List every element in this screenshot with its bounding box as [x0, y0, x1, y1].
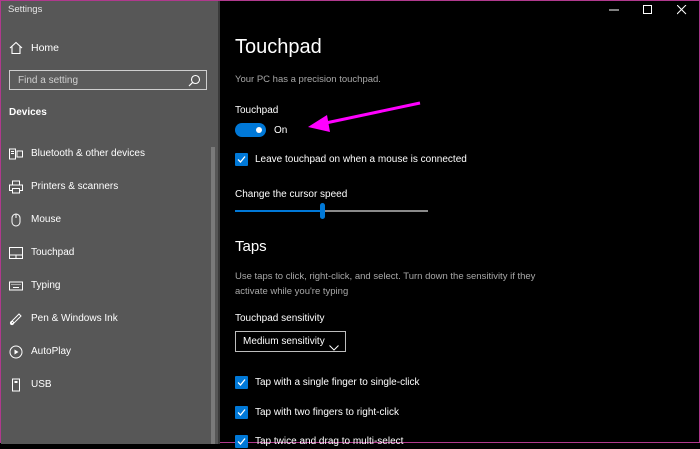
- main-content: Touchpad Your PC has a precision touchpa…: [220, 1, 699, 448]
- sidebar-item-label: Mouse: [31, 214, 62, 225]
- sensitivity-value: Medium sensitivity: [243, 336, 325, 347]
- home-label: Home: [31, 42, 60, 54]
- sidebar-item-touchpad[interactable]: Touchpad: [1, 238, 211, 268]
- sidebar-item-label: Bluetooth & other devices: [31, 148, 145, 159]
- chevron-down-icon: [329, 338, 339, 356]
- tap-two-checkbox[interactable]: [235, 406, 248, 419]
- toggle-knob: [256, 127, 262, 133]
- annotation-arrow-icon: [308, 101, 421, 132]
- sidebar-item-printers[interactable]: Printers & scanners: [1, 172, 211, 202]
- touchpad-icon: [9, 246, 23, 260]
- tap-drag-checkbox[interactable]: [235, 435, 248, 448]
- sidebar-item-label: Printers & scanners: [31, 181, 119, 192]
- leave-on-label: Leave touchpad on when a mouse is connec…: [255, 154, 467, 165]
- slider-thumb[interactable]: [319, 203, 325, 219]
- printer-icon: [9, 180, 23, 194]
- home-icon: [9, 41, 23, 55]
- mouse-icon: [9, 213, 23, 227]
- search-input[interactable]: Find a setting: [9, 70, 207, 90]
- maximize-button[interactable]: [631, 1, 665, 19]
- sidebar-item-label: Touchpad: [31, 247, 75, 258]
- sidebar-item-label: Pen & Windows Ink: [31, 313, 118, 324]
- touchpad-toggle-label: Touchpad: [235, 105, 279, 116]
- close-icon: [677, 5, 687, 15]
- sidebar-item-label: Typing: [31, 280, 61, 291]
- sidebar-item-label: USB: [31, 379, 52, 390]
- sidebar-item-mouse[interactable]: Mouse: [1, 205, 211, 235]
- checkmark-icon: [237, 156, 246, 163]
- home-link[interactable]: Home: [1, 34, 219, 62]
- search-placeholder: Find a setting: [18, 75, 79, 86]
- tap-single-label: Tap with a single finger to single-click: [255, 377, 420, 388]
- toggle-state: On: [274, 125, 288, 136]
- sidebar-scrollbar[interactable]: [211, 147, 215, 444]
- taps-heading: Taps: [235, 238, 267, 255]
- close-button[interactable]: [665, 1, 699, 19]
- sidebar-item-usb[interactable]: USB: [1, 370, 211, 400]
- checkmark-icon: [237, 438, 246, 445]
- pen-icon: [9, 312, 23, 326]
- sidebar-item-label: AutoPlay: [31, 346, 72, 357]
- autoplay-icon: [9, 345, 23, 359]
- precision-text: Your PC has a precision touchpad.: [235, 74, 381, 85]
- checkmark-icon: [237, 409, 246, 416]
- checkmark-icon: [237, 379, 246, 386]
- cursor-speed-slider[interactable]: [235, 203, 428, 219]
- sensitivity-label: Touchpad sensitivity: [235, 313, 325, 324]
- keyboard-icon: [9, 279, 23, 293]
- page-title: Touchpad: [235, 36, 322, 58]
- sidebar: Settings Home Find a setting Devices Blu…: [1, 1, 219, 444]
- sidebar-item-bluetooth[interactable]: Bluetooth & other devices: [1, 139, 211, 169]
- tap-drag-label: Tap twice and drag to multi-select: [255, 436, 404, 447]
- search-icon[interactable]: [188, 74, 201, 87]
- section-title: Devices: [9, 107, 47, 118]
- window-title: Settings: [8, 4, 43, 15]
- tap-single-checkbox[interactable]: [235, 376, 248, 389]
- leave-on-checkbox[interactable]: [235, 153, 248, 166]
- touchpad-toggle[interactable]: [235, 123, 266, 137]
- usb-icon: [9, 378, 23, 392]
- taps-description: Use taps to click, right-click, and sele…: [235, 271, 536, 297]
- cursor-speed-label: Change the cursor speed: [235, 189, 348, 200]
- sidebar-item-pen[interactable]: Pen & Windows Ink: [1, 304, 211, 334]
- sidebar-item-typing[interactable]: Typing: [1, 271, 211, 301]
- window-controls: [597, 1, 699, 19]
- sensitivity-dropdown[interactable]: Medium sensitivity: [235, 331, 346, 352]
- sidebar-item-autoplay[interactable]: AutoPlay: [1, 337, 211, 367]
- bluetooth-devices-icon: [9, 147, 23, 161]
- minimize-button[interactable]: [597, 1, 631, 19]
- tap-two-label: Tap with two fingers to right-click: [255, 407, 399, 418]
- slider-fill: [235, 210, 322, 212]
